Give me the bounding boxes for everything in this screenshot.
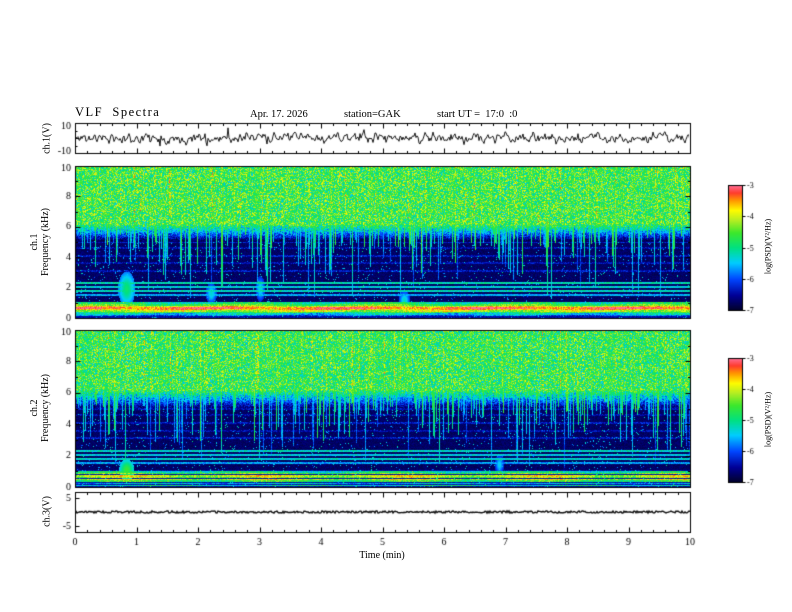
ch1-channel-label: ch.1 (29, 233, 40, 251)
plot-title: VLF Spectra (75, 105, 161, 119)
ch1-voltage-axis-label: ch.1(V) (41, 123, 53, 154)
ch1-frequency-axis-label: ch.1 Frequency (kHz) (29, 167, 51, 317)
ch2-channel-label: ch.2 (29, 399, 40, 417)
ch1-frequency-unit-label: Frequency (kHz) (40, 207, 51, 277)
station-label: station=GAK (344, 109, 401, 120)
colorbar1-label: log(PSD)(V²/Hz) (763, 218, 773, 275)
colorbar2-label: log(PSD)(V²/Hz) (763, 391, 773, 448)
time-axis-label: Time (min) (359, 550, 405, 561)
ch2-frequency-unit-label: Frequency (kHz) (40, 373, 51, 443)
ch2-frequency-axis-label: ch.2 Frequency (kHz) (29, 333, 51, 483)
plot-date: Apr. 17. 2026 (250, 109, 308, 120)
ch3-voltage-axis-label: ch.3(V) (41, 496, 53, 527)
spectrogram-canvas (0, 0, 792, 612)
start-ut-label: start UT = 17:0 :0 (437, 109, 518, 120)
vlf-spectra-figure: VLF Spectra Apr. 17. 2026 station=GAK st… (0, 0, 792, 612)
